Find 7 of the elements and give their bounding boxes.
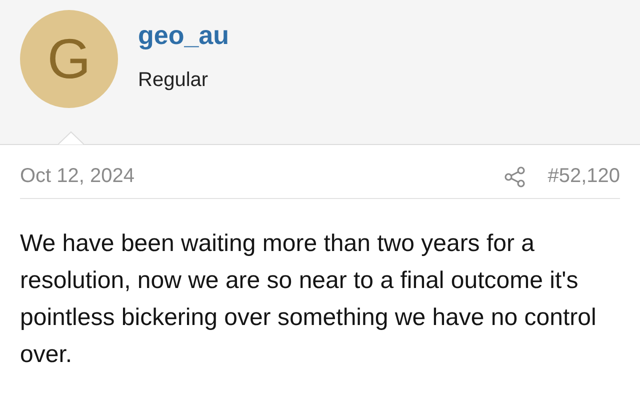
username-link[interactable]: geo_au <box>138 20 230 51</box>
share-icon[interactable] <box>504 166 526 188</box>
post-number-link[interactable]: #52,120 <box>548 165 620 188</box>
post-body: We have been waiting more than two years for a resolution, now we are so near to a final outcome it's pointless bickering over something we have no control over. <box>20 229 598 370</box>
post-date: Oct 12, 2024 <box>20 165 136 188</box>
avatar[interactable]: G <box>20 10 118 108</box>
user-role: Regular <box>138 69 210 92</box>
